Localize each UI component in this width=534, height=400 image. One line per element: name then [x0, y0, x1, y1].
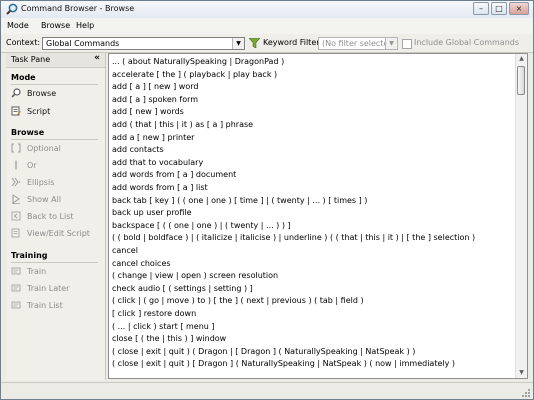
maximize-icon: □ — [495, 3, 503, 13]
pane-item-label: Ellipsis — [27, 178, 55, 187]
pane-item-train[interactable]: Train — [11, 266, 99, 279]
back-to-list-icon — [11, 211, 21, 221]
pane-item-or[interactable]: Or — [11, 160, 99, 173]
chevron-down-icon[interactable]: ▼ — [232, 38, 244, 49]
close-icon: × — [515, 3, 523, 13]
keyword-filter-label[interactable]: Keyword Filter — [263, 38, 320, 47]
task-pane-header: Task Pane « — [6, 53, 105, 68]
pane-item-label: Optional — [27, 144, 61, 153]
command-list-item[interactable]: ( change | view | open ) screen resoluti… — [112, 271, 516, 283]
menu-browse[interactable]: Browse — [41, 21, 70, 30]
pane-item-script[interactable]: Script — [11, 106, 99, 119]
menu-help[interactable]: Help — [76, 21, 94, 30]
divider — [11, 262, 98, 263]
or-icon — [11, 160, 21, 170]
magnifier-icon — [6, 3, 18, 15]
command-list-item[interactable]: add [ new ] words — [112, 107, 516, 119]
scroll-up-icon[interactable]: ▲ — [516, 54, 527, 64]
context-value: Global Commands — [46, 39, 120, 48]
pane-item-train-list[interactable]: Train List — [11, 300, 99, 313]
magnifier-icon — [11, 88, 21, 98]
pane-item-label: Or — [27, 161, 37, 170]
command-list-item[interactable]: ( click | ( go | move ) to ) [ the ] ( n… — [112, 296, 516, 308]
script-icon — [11, 106, 21, 116]
train-later-icon — [11, 283, 21, 293]
task-pane: Task Pane « Mode Browse Script Browse Op… — [6, 53, 106, 380]
context-dropdown[interactable]: Global Commands ▼ — [42, 37, 245, 50]
scroll-down-icon[interactable]: ▼ — [516, 368, 527, 378]
command-list-item[interactable]: backspace [ ( ( one | one ) | ( twenty |… — [112, 221, 516, 233]
command-list-item[interactable]: ( ... | click ) start [ menu ] — [112, 322, 516, 334]
command-list-item[interactable]: ... ( about NaturallySpeaking | DragonPa… — [112, 57, 516, 69]
command-list-item[interactable]: add [ a ] spoken form — [112, 95, 516, 107]
command-list-item[interactable]: back tab [ key ] ( ( one | one ) [ time … — [112, 196, 516, 208]
command-list-item[interactable]: ( ( bold | boldface ) | ( italicize | it… — [112, 233, 516, 245]
ellipsis-icon — [11, 177, 21, 187]
include-global-checkbox[interactable] — [402, 39, 412, 49]
pane-item-label: Browse — [27, 89, 57, 98]
command-list[interactable]: ... ( about NaturallySpeaking | DragonPa… — [108, 53, 528, 379]
show-all-icon — [11, 194, 21, 204]
divider — [11, 139, 98, 140]
command-list-item[interactable]: add contacts — [112, 145, 516, 157]
command-list-item[interactable]: cancel choices — [112, 259, 516, 271]
collapse-pane-icon[interactable]: « — [94, 54, 100, 63]
pane-item-label: Script — [27, 107, 51, 116]
pane-item-browse[interactable]: Browse — [11, 88, 99, 101]
pane-item-label: Train Later — [27, 284, 70, 293]
pane-item-label: Back to List — [27, 212, 74, 221]
pane-item-label: View/Edit Script — [27, 229, 90, 238]
window-title: Command Browser - Browse — [21, 4, 135, 13]
command-browser-window: Command Browser - Browse – □ × Mode Brow… — [0, 0, 534, 400]
resize-grip-icon[interactable] — [521, 388, 531, 398]
optional-icon — [11, 143, 21, 153]
command-list-item[interactable]: accelerate [ the ] ( playback | play bac… — [112, 70, 516, 82]
pane-item-train-later[interactable]: Train Later — [11, 283, 99, 296]
scroll-thumb[interactable] — [517, 66, 525, 95]
view-edit-script-icon — [11, 228, 21, 238]
funnel-icon — [249, 38, 260, 48]
divider — [11, 84, 98, 85]
pane-item-optional[interactable]: Optional — [11, 143, 99, 156]
menu-bar: Mode Browse Help — [1, 18, 533, 35]
pane-item-show-all[interactable]: Show All — [11, 194, 99, 207]
pane-item-label: Train List — [27, 301, 63, 310]
command-list-item[interactable]: add words from [ a ] document — [112, 170, 516, 182]
section-mode-title: Mode — [11, 73, 36, 82]
command-list-item[interactable]: add words from [ a ] list — [112, 183, 516, 195]
pane-item-back-to-list[interactable]: Back to List — [11, 211, 99, 224]
section-training-title: Training — [11, 251, 48, 260]
command-list-item[interactable]: cancel — [112, 246, 516, 258]
chevron-down-icon[interactable]: ▼ — [385, 38, 397, 49]
pane-item-label: Show All — [27, 195, 62, 204]
command-list-item[interactable]: add [ a ] [ new ] word — [112, 82, 516, 94]
train-icon — [11, 266, 21, 276]
train-list-icon — [11, 300, 21, 310]
command-list-item[interactable]: close [ ( the | this ) ] window — [112, 334, 516, 346]
pane-item-ellipsis[interactable]: Ellipsis — [11, 177, 99, 190]
close-button[interactable]: × — [509, 2, 529, 15]
command-list-item[interactable]: ( close | exit | quit ) [ Dragon ] ( Nat… — [112, 359, 516, 371]
context-label: Context: — [6, 38, 41, 47]
command-list-item[interactable]: check audio [ ( settings | setting ) ] — [112, 284, 516, 296]
pane-item-view-edit-script[interactable]: View/Edit Script — [11, 228, 99, 241]
menu-mode[interactable]: Mode — [7, 21, 29, 30]
status-bar — [1, 382, 533, 399]
minimize-icon: – — [479, 3, 483, 13]
command-list-item[interactable]: back up user profile — [112, 208, 516, 220]
title-bar[interactable]: Command Browser - Browse – □ × — [1, 1, 533, 19]
maximize-button[interactable]: □ — [491, 2, 507, 15]
pane-item-label: Train — [27, 267, 47, 276]
vertical-scrollbar[interactable]: ▲ ▼ — [515, 54, 527, 378]
command-list-item[interactable]: [ click ] restore down — [112, 309, 516, 321]
filter-dropdown[interactable]: (No filter selected) ▼ — [318, 37, 398, 50]
minimize-button[interactable]: – — [473, 2, 489, 15]
task-pane-title: Task Pane — [11, 55, 51, 64]
command-list-item[interactable]: add that to vocabulary — [112, 158, 516, 170]
command-list-item[interactable]: add ( that | this | it ) as [ a ] phrase — [112, 120, 516, 132]
command-list-item[interactable]: ( close | exit | quit ) ( Dragon | [ Dra… — [112, 347, 516, 359]
section-browse-title: Browse — [11, 128, 45, 137]
command-list-item[interactable]: add a [ new ] printer — [112, 133, 516, 145]
include-global-label[interactable]: Include Global Commands — [414, 38, 519, 47]
